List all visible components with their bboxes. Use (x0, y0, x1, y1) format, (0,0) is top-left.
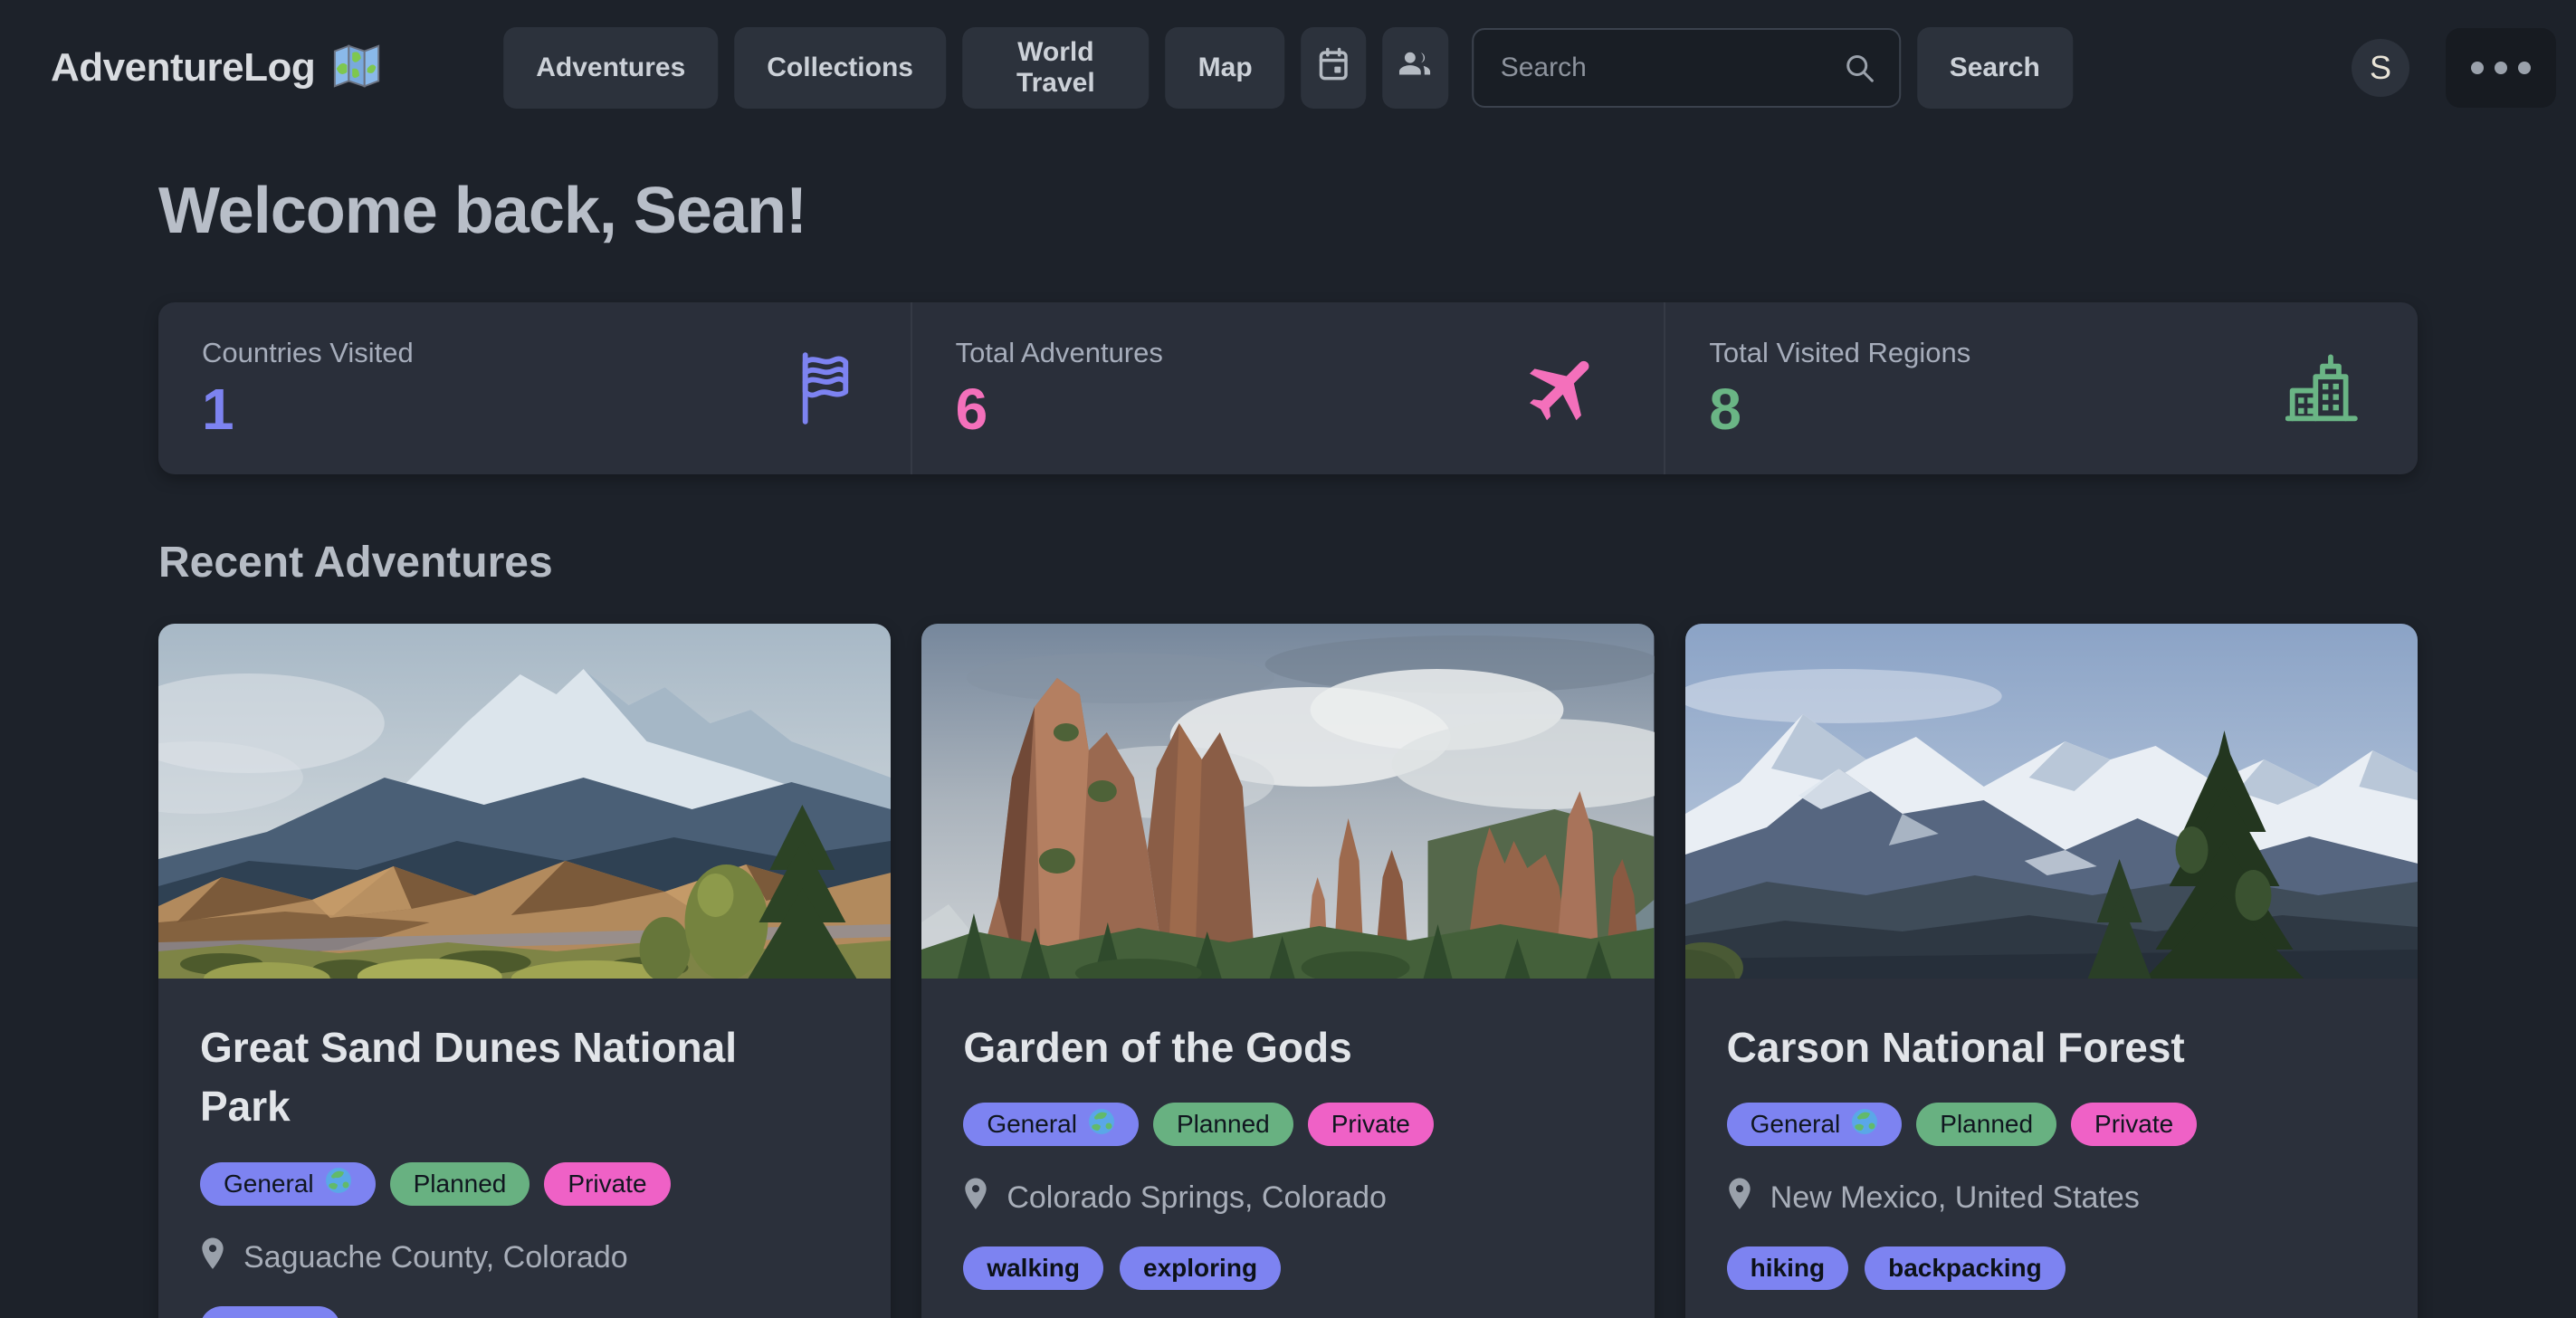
adventure-card[interactable]: Great Sand Dunes National Park General (158, 624, 891, 1318)
app-logo[interactable]: AdventureLog (51, 42, 384, 95)
flag-icon (797, 302, 853, 474)
activity-tag: backpacking (1865, 1246, 2066, 1290)
adventure-photo-snowy-mountains (1685, 624, 2418, 979)
stat-value: 8 (1709, 380, 1970, 438)
adventure-card[interactable]: Carson National Forest General (1685, 624, 2418, 1318)
search-button[interactable]: Search (1917, 27, 2073, 109)
recent-adventures-list: Great Sand Dunes National Park General (158, 624, 2418, 1318)
location-row: New Mexico, United States (1727, 1177, 2376, 1219)
stat-value: 1 (202, 380, 414, 438)
tag-row: walking (200, 1306, 849, 1318)
stat-total-adventures: Total Adventures 6 (911, 302, 1665, 474)
stat-value: 6 (956, 380, 1163, 438)
card-body: Carson National Forest General (1685, 979, 2418, 1318)
planned-badge: Planned (390, 1162, 530, 1206)
planned-badge: Planned (1916, 1103, 2056, 1146)
adventure-photo-red-rocks (921, 624, 1654, 979)
adventure-card[interactable]: Garden of the Gods General (921, 624, 1654, 1318)
planned-badge: Planned (1153, 1103, 1293, 1146)
nav-world-travel-button[interactable]: World Travel (962, 27, 1150, 109)
search-input[interactable] (1472, 28, 1901, 108)
tag-row: walking exploring (963, 1246, 1612, 1290)
calendar-button[interactable] (1302, 27, 1367, 109)
globe-icon (325, 1167, 352, 1200)
badge-row: General Planned Private (200, 1162, 849, 1206)
stat-label: Total Adventures (956, 337, 1163, 369)
globe-icon (1088, 1108, 1115, 1141)
main-content: Welcome back, Sean! Countries Visited 1 … (158, 174, 2418, 1318)
stat-total-visited-regions: Total Visited Regions 8 (1664, 302, 2418, 474)
app-title: AdventureLog (51, 45, 315, 91)
location-row: Saguache County, Colorado (200, 1237, 849, 1279)
general-badge: General (200, 1162, 376, 1206)
nav-adventures-button[interactable]: Adventures (503, 27, 718, 109)
calendar-icon (1314, 44, 1354, 91)
activity-tag: hiking (1727, 1246, 1848, 1290)
adventure-title: Carson National Forest (1727, 1018, 2342, 1077)
adventure-title: Garden of the Gods (963, 1018, 1579, 1077)
nav-map-button[interactable]: Map (1166, 27, 1285, 109)
more-menu-button[interactable] (2446, 28, 2556, 108)
badge-row: General Planned Private (1727, 1103, 2376, 1146)
primary-nav: Adventures Collections World Travel Map (503, 27, 2073, 109)
private-badge: Private (1308, 1103, 1434, 1146)
globe-icon (1851, 1108, 1878, 1141)
ellipsis-icon (2471, 62, 2531, 74)
search-icon (1841, 50, 1877, 91)
navbar-right-group: S (2352, 28, 2556, 108)
general-badge: General (1727, 1103, 1903, 1146)
adventure-title: Great Sand Dunes National Park (200, 1018, 816, 1137)
adventure-photo-sand-dunes (158, 624, 891, 979)
tag-row: hiking backpacking (1727, 1246, 2376, 1290)
recent-adventures-heading: Recent Adventures (158, 538, 2418, 587)
avatar-initial: S (2370, 49, 2391, 87)
private-badge: Private (2071, 1103, 2197, 1146)
badge-row: General Planned Private (963, 1103, 1612, 1146)
search-box (1472, 28, 1901, 108)
city-icon (2285, 302, 2360, 474)
stat-label: Total Visited Regions (1709, 337, 1970, 369)
users-button[interactable] (1383, 27, 1448, 109)
users-icon (1395, 43, 1436, 92)
top-navbar: AdventureLog Adventures Collections Worl… (0, 0, 2576, 136)
general-badge: General (963, 1103, 1139, 1146)
stats-panel: Countries Visited 1 Total Adventures 6 (158, 302, 2418, 474)
stat-label: Countries Visited (202, 337, 414, 369)
location-text: New Mexico, United States (1770, 1180, 2140, 1216)
nav-collections-button[interactable]: Collections (734, 27, 946, 109)
pin-icon (200, 1237, 225, 1279)
welcome-heading: Welcome back, Sean! (158, 174, 2418, 248)
location-row: Colorado Springs, Colorado (963, 1177, 1612, 1219)
private-badge: Private (544, 1162, 670, 1206)
plane-icon (1522, 302, 1606, 474)
pin-icon (963, 1177, 988, 1219)
activity-tag: exploring (1120, 1246, 1281, 1290)
card-body: Garden of the Gods General (921, 979, 1654, 1318)
user-avatar[interactable]: S (2352, 39, 2409, 97)
map-icon (331, 42, 384, 95)
stat-countries-visited: Countries Visited 1 (158, 302, 911, 474)
location-text: Saguache County, Colorado (243, 1240, 628, 1275)
activity-tag: walking (963, 1246, 1103, 1290)
pin-icon (1727, 1177, 1752, 1219)
card-body: Great Sand Dunes National Park General (158, 979, 891, 1318)
location-text: Colorado Springs, Colorado (1007, 1180, 1387, 1216)
activity-tag: walking (200, 1306, 340, 1318)
